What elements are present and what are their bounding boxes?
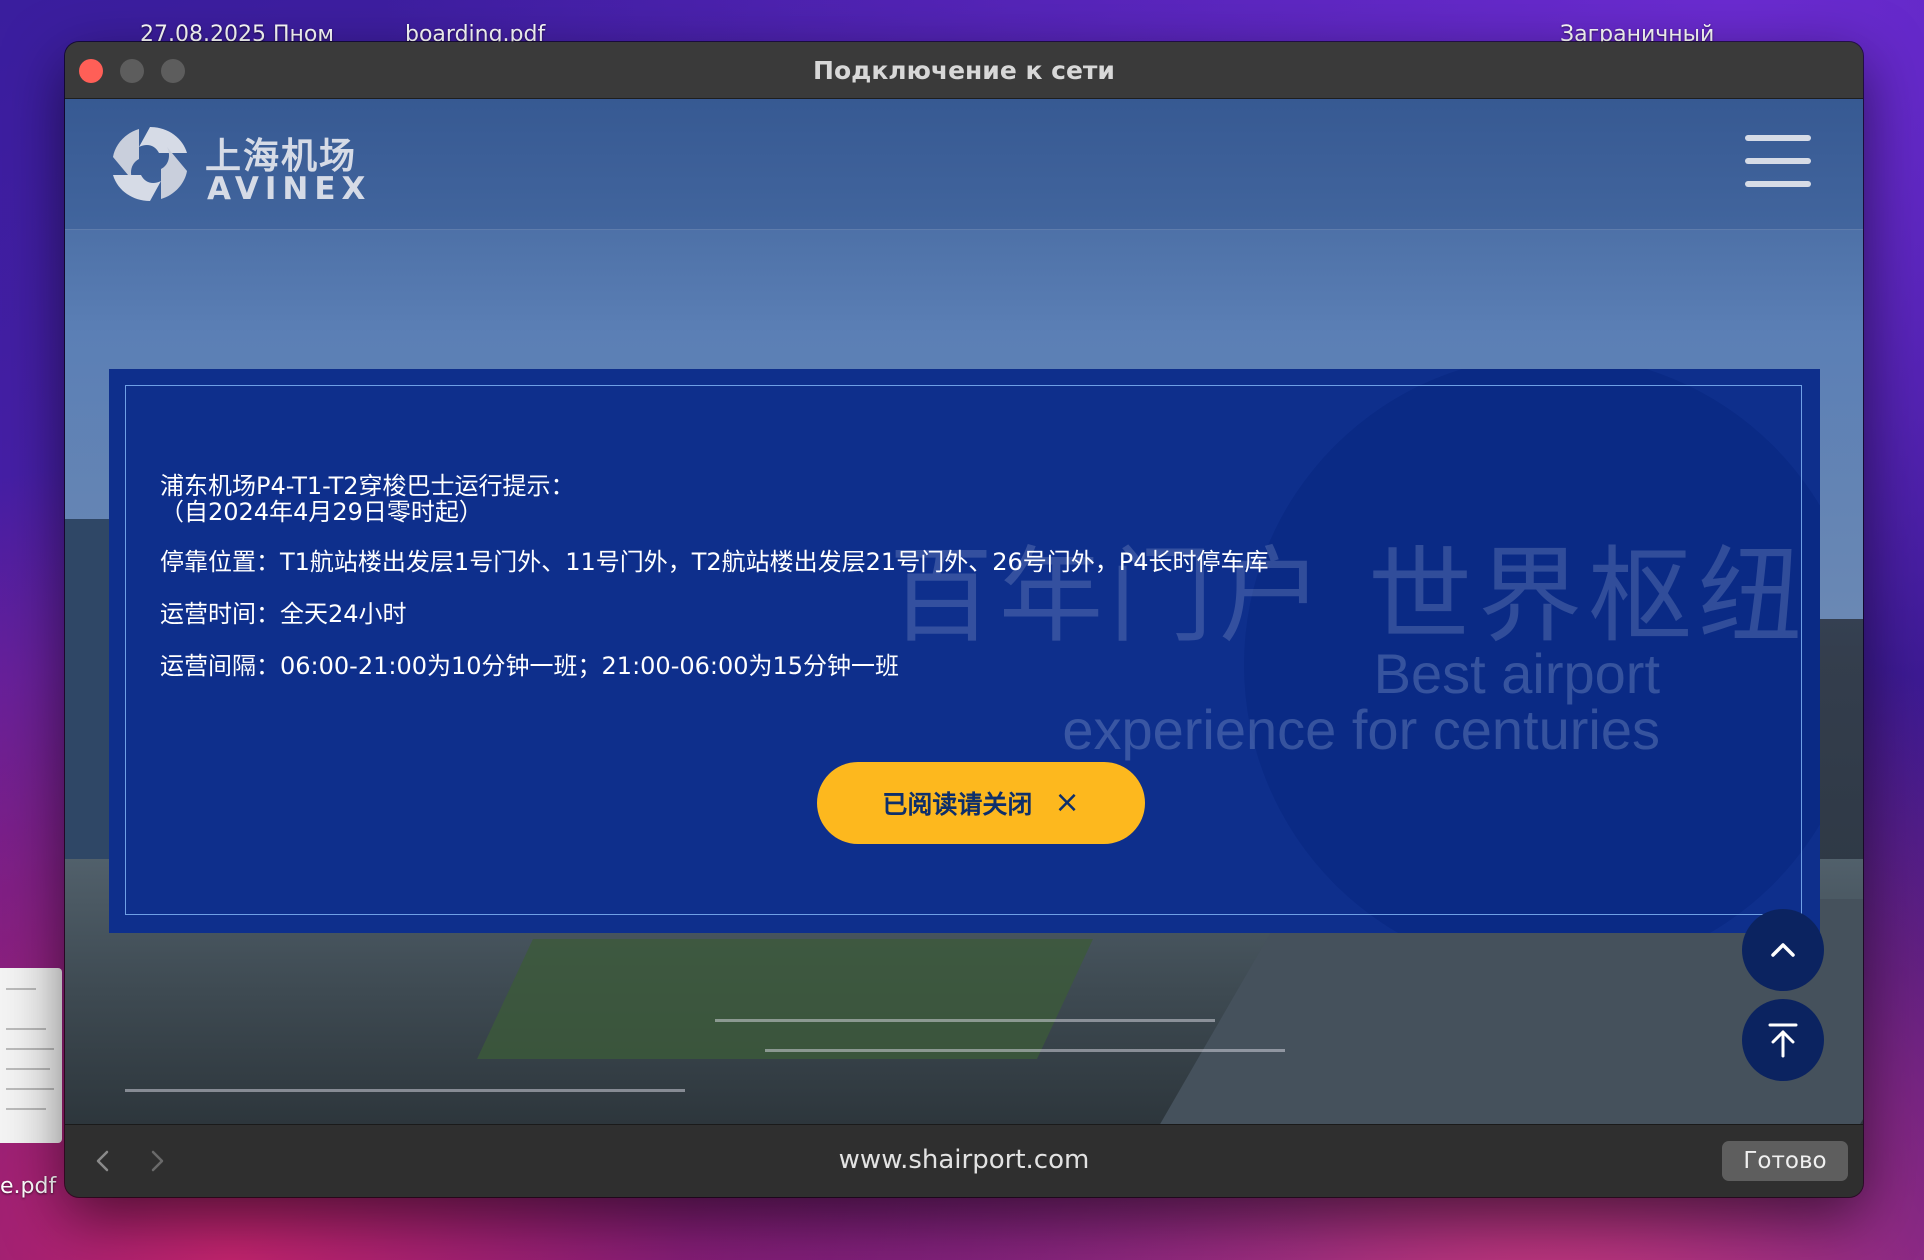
window-titlebar: Подключение к сети bbox=[65, 42, 1863, 99]
desktop-file-label-bottom[interactable]: e.pdf bbox=[0, 1174, 56, 1199]
read-and-close-label: 已阅读请关闭 bbox=[882, 790, 1033, 819]
back-to-top-button[interactable] bbox=[1742, 999, 1824, 1081]
background-rail bbox=[715, 1019, 1215, 1022]
close-icon: × bbox=[1054, 785, 1080, 820]
captive-portal-window: Подключение к сети 上海机场 AVINEX 百年门户 世界枢纽… bbox=[65, 42, 1863, 1197]
notice-hours: 运营时间：全天24小时 bbox=[160, 600, 407, 628]
window-title: Подключение к сети bbox=[813, 56, 1115, 85]
read-and-close-button[interactable]: 已阅读请关闭 × bbox=[817, 762, 1145, 844]
notice-interval: 运营间隔：06:00-21:00为10分钟一班；21:00-06:00为15分钟… bbox=[160, 652, 900, 680]
web-content: 上海机场 AVINEX 百年门户 世界枢纽 Best airport exper… bbox=[65, 99, 1863, 1124]
back-to-top-icon bbox=[1768, 1023, 1798, 1058]
modal-inner-frame: 浦东机场P4-T1-T2穿梭巴士运行提示： （自2024年4月29日零时起） 停… bbox=[125, 385, 1802, 915]
background-rail bbox=[765, 1049, 1285, 1052]
hamburger-menu-icon[interactable] bbox=[1745, 135, 1811, 187]
notice-modal: 百年门户 世界枢纽 Best airport experience for ce… bbox=[109, 369, 1820, 933]
background-rail bbox=[125, 1089, 685, 1092]
airport-logo-icon bbox=[113, 127, 187, 201]
scroll-up-button[interactable] bbox=[1742, 909, 1824, 991]
background-garden bbox=[477, 939, 1093, 1059]
done-button[interactable]: Готово bbox=[1722, 1141, 1848, 1181]
notice-stops: 停靠位置：T1航站楼出发层1号门外、11号门外，T2航站楼出发层21号门外、26… bbox=[160, 548, 1269, 576]
browser-bottom-bar: www.shairport.com Готово bbox=[65, 1124, 1863, 1197]
chevron-up-icon bbox=[1771, 943, 1795, 957]
site-logo[interactable]: 上海机场 AVINEX bbox=[109, 121, 369, 211]
desktop-file-thumbnail[interactable] bbox=[0, 968, 62, 1143]
url-label: www.shairport.com bbox=[838, 1145, 1090, 1175]
site-header: 上海机场 AVINEX bbox=[65, 99, 1863, 230]
notice-effective-date: （自2024年4月29日零时起） bbox=[160, 498, 483, 526]
logo-english-text: AVINEX bbox=[207, 171, 372, 207]
